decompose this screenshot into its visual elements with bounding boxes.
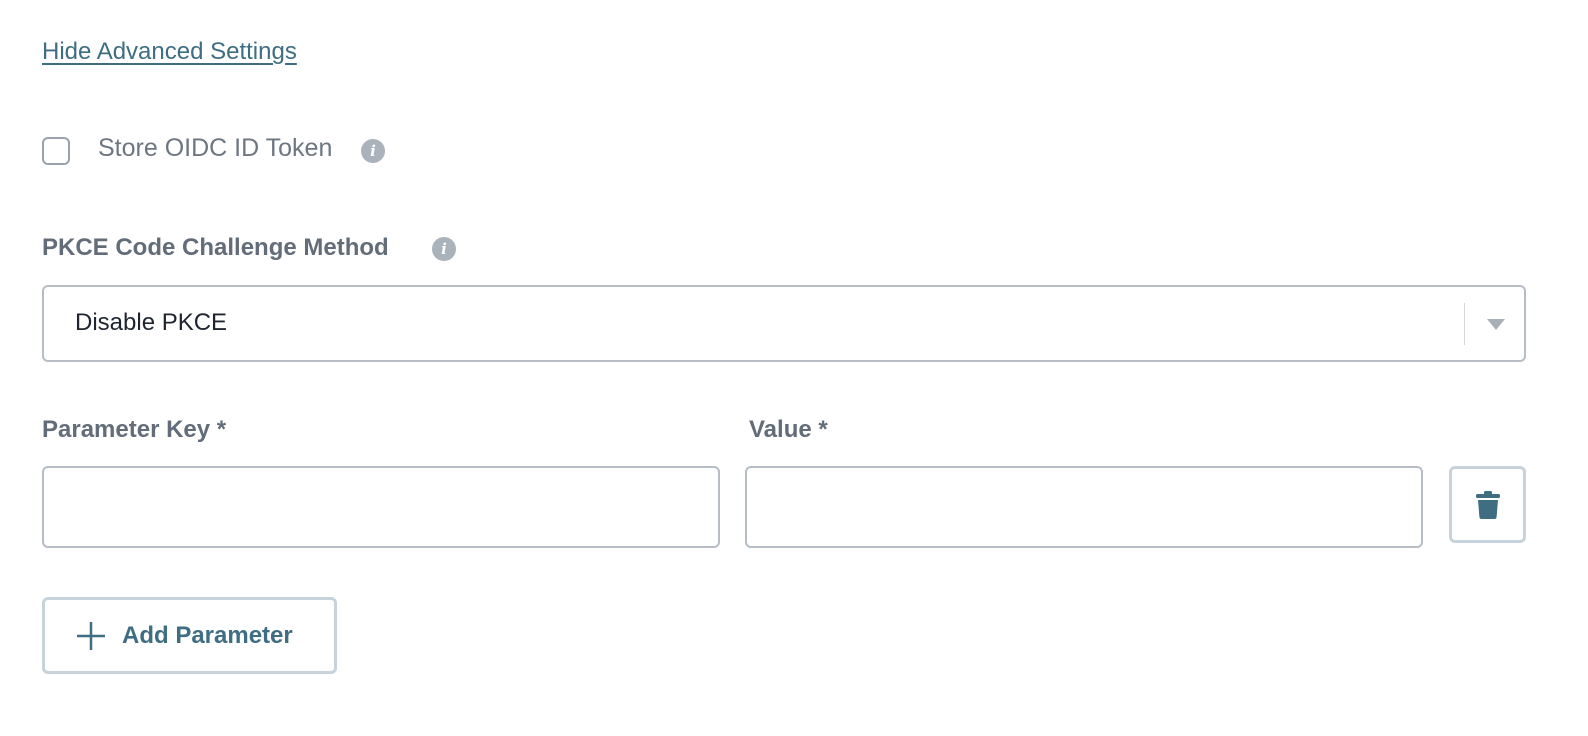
chevron-down-icon[interactable] bbox=[1487, 319, 1505, 330]
info-icon[interactable]: i bbox=[432, 237, 456, 261]
parameter-value-label: Value * bbox=[749, 416, 828, 443]
pkce-method-select[interactable]: Disable PKCE bbox=[42, 285, 1526, 362]
delete-parameter-button[interactable] bbox=[1449, 466, 1526, 543]
parameter-key-input[interactable] bbox=[42, 466, 720, 548]
parameter-value-input[interactable] bbox=[745, 466, 1423, 548]
trash-icon bbox=[1475, 490, 1500, 519]
store-oidc-id-token-label: Store OIDC ID Token bbox=[98, 134, 333, 162]
pkce-method-selected-value: Disable PKCE bbox=[75, 309, 228, 336]
pkce-method-label: PKCE Code Challenge Method bbox=[42, 234, 389, 261]
store-oidc-id-token-checkbox[interactable] bbox=[42, 137, 70, 165]
hide-advanced-settings-link[interactable]: Hide Advanced Settings bbox=[42, 38, 297, 66]
select-divider bbox=[1464, 303, 1465, 345]
info-icon[interactable]: i bbox=[361, 139, 385, 163]
plus-icon bbox=[77, 622, 105, 650]
add-parameter-button[interactable]: Add Parameter bbox=[42, 597, 337, 674]
add-parameter-label: Add Parameter bbox=[122, 622, 293, 649]
parameter-key-label: Parameter Key * bbox=[42, 416, 227, 443]
